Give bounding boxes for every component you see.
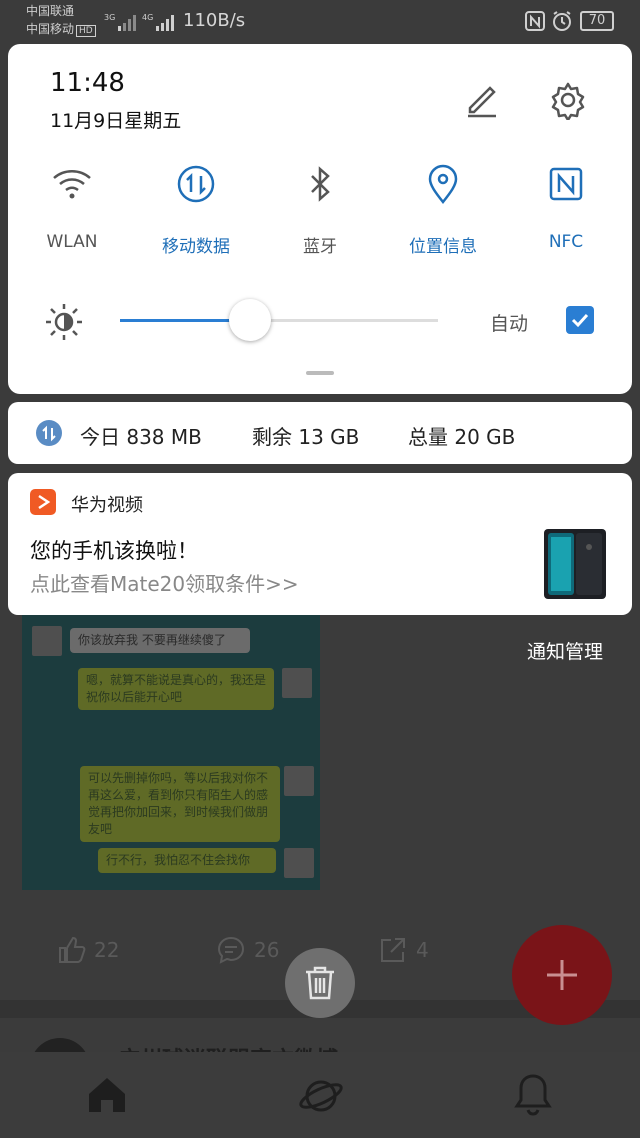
svg-text:4G: 4G [142, 13, 153, 22]
compose-fab-button[interactable] [512, 925, 612, 1025]
chat-avatar [284, 848, 314, 878]
edit-pencil-icon[interactable] [462, 80, 502, 120]
brightness-slider-thumb[interactable] [229, 299, 271, 341]
like-count: 22 [94, 938, 120, 962]
clock-time: 11:48 [50, 68, 125, 98]
discover-planet-icon[interactable] [297, 1074, 345, 1118]
bottom-nav-bar [0, 1052, 640, 1138]
data-total: 总量 20 GB [408, 425, 516, 449]
play-icon [38, 494, 51, 510]
share-button[interactable]: 4 [378, 935, 429, 965]
data-usage-card[interactable]: 今日 838 MB 剩余 13 GB 总量 20 GB [8, 402, 632, 464]
toggle-label: 位置信息 [409, 237, 477, 257]
toggle-label: 移动数据 [162, 237, 230, 257]
brightness-icon [46, 304, 82, 340]
toggle-label: WLAN [46, 232, 98, 252]
settings-gear-icon[interactable] [548, 80, 588, 120]
toggle-location[interactable]: 位置信息 [383, 162, 503, 257]
bluetooth-icon [311, 166, 330, 202]
mobile-data-icon [177, 165, 215, 203]
signal-4g-icon: 4G [142, 13, 174, 31]
checkmark-icon [571, 313, 589, 328]
notification-text: 点此查看Mate20领取条件>> [30, 572, 299, 596]
notification-app-name: 华为视频 [71, 495, 143, 516]
toggle-nfc[interactable]: NFC [506, 162, 626, 252]
trash-icon [306, 966, 334, 1000]
home-icon[interactable] [86, 1074, 128, 1116]
auto-brightness-label: 自动 [490, 313, 529, 335]
chat-bubble: 嗯，就算不能说是真心的，我还是祝你以后能开心吧 [78, 668, 274, 710]
toggle-mobile-data[interactable]: 移动数据 [136, 162, 256, 257]
toggle-bluetooth[interactable]: 蓝牙 [260, 162, 380, 257]
toggle-label: 蓝牙 [303, 237, 337, 257]
chat-avatar [282, 668, 312, 698]
plus-icon [547, 960, 577, 990]
chat-avatar [284, 766, 314, 796]
notification-card[interactable]: 华为视频 您的手机该换啦！ 点此查看Mate20领取条件>> [8, 473, 632, 615]
comment-icon [217, 936, 245, 964]
chat-bubble: 行不行，我怕忍不住会找你 [98, 848, 276, 873]
clear-notifications-button[interactable] [285, 948, 355, 1018]
auto-brightness-checkbox[interactable] [566, 306, 594, 334]
nfc-status-icon [525, 11, 545, 31]
data-usage-icon [36, 420, 62, 446]
clock-date: 11月9日星期五 [50, 110, 182, 132]
status-bar: 中国联通 中国移动 HD 3G 4G 110B/s 70 [0, 0, 640, 42]
data-remaining: 剩余 13 GB [252, 425, 360, 449]
data-today: 今日 838 MB [80, 425, 202, 449]
quick-settings-panel: 11:48 11月9日星期五 WLAN 移动数据 蓝牙 位置信息 NFC 自动 [8, 44, 632, 394]
thumbs-up-icon [59, 936, 86, 963]
panel-drag-handle[interactable] [306, 371, 334, 375]
brightness-slider[interactable] [120, 299, 438, 341]
nfc-icon [549, 167, 583, 201]
comment-count: 26 [254, 938, 280, 962]
carrier-label: 中国移动 HD [26, 22, 96, 37]
notification-phone-thumbnail [544, 529, 606, 599]
wifi-icon [53, 170, 91, 199]
alarm-icon [553, 11, 571, 31]
network-speed: 110B/s [183, 10, 246, 31]
svg-text:3G: 3G [104, 13, 115, 22]
notification-management-link[interactable]: 通知管理 [527, 637, 603, 664]
chat-avatar [32, 626, 62, 656]
like-button[interactable]: 22 [56, 935, 119, 965]
chat-bubble: 可以先删掉你吗，等以后我对你不再这么爱，看到你只有陌生人的感觉再把你加回来，到时… [80, 766, 280, 842]
chat-screenshot-image: 你该放弃我 不要再继续傻了 嗯，就算不能说是真心的，我还是祝你以后能开心吧 可以… [22, 612, 320, 890]
chat-bubble: 你该放弃我 不要再继续傻了 [70, 628, 250, 653]
huawei-video-app-icon [30, 489, 56, 515]
share-icon [381, 938, 405, 962]
battery-indicator: 70 [580, 11, 614, 31]
notification-bell-icon[interactable] [512, 1072, 554, 1118]
hd-badge: HD [76, 25, 96, 37]
notification-title: 您的手机该换啦！ [30, 539, 198, 563]
share-count: 4 [416, 938, 429, 962]
toggle-wlan[interactable]: WLAN [12, 162, 132, 252]
location-icon [428, 164, 458, 205]
comment-button[interactable]: 26 [216, 935, 279, 965]
signal-3g-icon: 3G [104, 13, 136, 31]
carrier-label: 中国联通 [26, 4, 75, 18]
toggle-label: NFC [548, 232, 584, 252]
